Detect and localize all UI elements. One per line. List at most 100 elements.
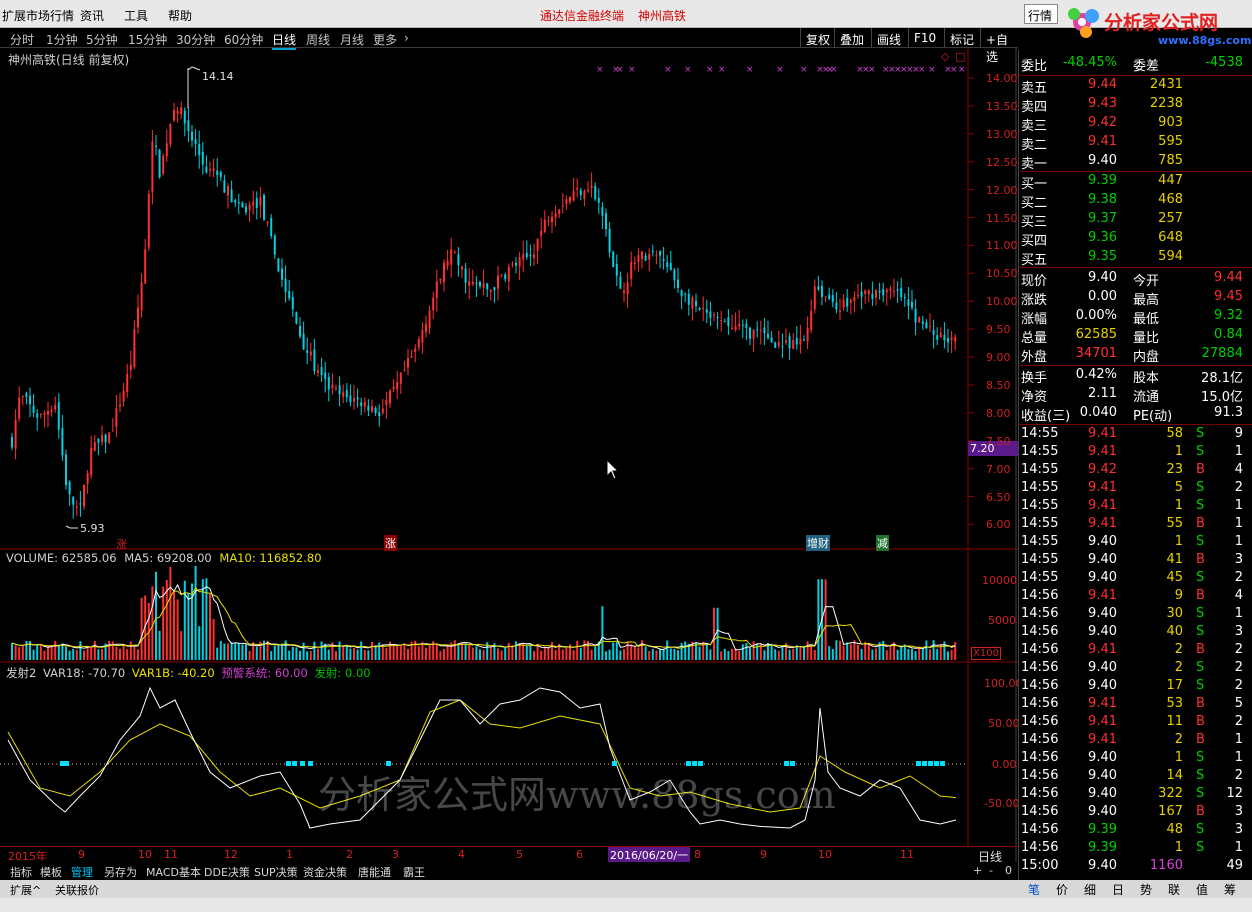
volume-bar: [619, 650, 622, 660]
date-tick: 11: [164, 848, 178, 861]
tab-trend[interactable]: 势: [1140, 881, 1152, 898]
volume-bar: [79, 641, 82, 660]
tab-macd[interactable]: MACD基本: [146, 864, 201, 880]
menu-item-help[interactable]: 帮助: [168, 7, 192, 24]
tab-save-as[interactable]: 另存为: [104, 864, 137, 880]
tab-dde[interactable]: DDE决策: [204, 864, 250, 880]
expand-button[interactable]: 扩展^: [10, 882, 41, 898]
volume-bar: [889, 645, 892, 660]
sell-level-3-cell: 903: [1158, 115, 1183, 130]
tab-indicator[interactable]: 指标: [10, 864, 32, 880]
volume-bar: [907, 649, 910, 660]
tab-tang[interactable]: 唐能通: [358, 864, 391, 880]
toolbar-overlay-button[interactable]: 叠加: [834, 28, 869, 47]
weibi-row-cell: 委比: [1021, 59, 1048, 74]
toolbar-add-watchlist-button[interactable]: +自选: [980, 28, 1018, 64]
tab-bawang[interactable]: 霸王: [403, 864, 425, 880]
period-tab-5min[interactable]: 5分钟: [86, 31, 118, 48]
volume-bar: [882, 640, 885, 660]
candle-body: [349, 395, 352, 403]
volume-bar: [831, 649, 834, 660]
period-tab-weekly[interactable]: 周线: [306, 31, 330, 48]
candlestick-series: [11, 101, 957, 519]
sell-level-2-cell: 卖二: [1021, 138, 1048, 153]
candle-body: [180, 107, 183, 115]
indicator-name[interactable]: 发射2: [6, 666, 36, 680]
candle-body: [655, 254, 658, 256]
volume-bar: [281, 643, 283, 660]
candle-body: [43, 413, 46, 415]
tab-chips[interactable]: 筹: [1224, 881, 1236, 898]
period-tab-30min[interactable]: 30分钟: [176, 31, 215, 48]
signal-markers: × ×× × × × × × × × × ×××× ××× ××××××× × ×× ×: [65, 65, 966, 529]
event-marker-4[interactable]: 减: [876, 535, 889, 551]
volume-bar: [219, 640, 222, 660]
candle-body: [493, 287, 496, 291]
candle-body: [295, 312, 298, 324]
candle-body: [140, 282, 143, 311]
tab-template[interactable]: 模板: [40, 864, 62, 880]
volume-bar: [194, 565, 197, 660]
volume-bar: [378, 642, 381, 660]
trade-tick-row-cell: 14:56: [1021, 678, 1059, 693]
trade-tick-row-cell: 9.41: [1088, 444, 1117, 459]
trade-tick-row-cell: 9.40: [1088, 606, 1117, 621]
tab-detail[interactable]: 细: [1084, 881, 1096, 898]
candle-body: [245, 206, 247, 213]
candle-body: [137, 307, 139, 328]
zoom-out-button[interactable]: -: [989, 864, 993, 877]
period-tab-intraday[interactable]: 分时: [10, 31, 34, 48]
diamond-icon[interactable]: ◇: [941, 50, 949, 63]
chevron-right-icon[interactable]: ›: [404, 31, 409, 45]
trade-tick-row-cell: 5: [1234, 696, 1243, 711]
indicator-header: 发射2 VAR18: -70.70 VAR1B: -40.20 预警系统: 60…: [6, 665, 371, 681]
zoom-in-button[interactable]: +: [973, 864, 982, 877]
trade-tick-row-cell: 1: [1174, 498, 1183, 513]
tab-trades[interactable]: 笔: [1028, 881, 1040, 898]
event-marker-2[interactable]: 涨: [384, 535, 397, 551]
tab-price[interactable]: 价: [1056, 881, 1068, 898]
window-restore-icon[interactable]: □: [955, 50, 965, 63]
tab-manage[interactable]: 管理: [71, 864, 93, 880]
trade-tick-row: 14:56 9.40 40 S 3: [1021, 624, 1252, 643]
volume-bar: [795, 645, 798, 660]
tab-linked[interactable]: 联: [1168, 881, 1180, 898]
price-axis-tick: 6.00: [986, 518, 1011, 532]
kline-chart-area[interactable]: × ×× × × × × × × × × ×××× ××× ××××××× × ×× ×: [0, 48, 1018, 862]
event-marker-3[interactable]: 增财: [806, 535, 830, 551]
bottom-toolbar: 扩展^ 关联报价: [0, 880, 1018, 898]
menu-item-tools[interactable]: 工具: [124, 7, 148, 24]
volume-bar: [950, 649, 953, 660]
period-tab-monthly[interactable]: 月线: [340, 31, 364, 48]
candle-body: [133, 329, 136, 368]
tab-sup[interactable]: SUP决策: [254, 864, 298, 880]
toolbar-f10-button[interactable]: F10: [908, 28, 941, 47]
candle-body: [104, 434, 107, 443]
candle-body: [263, 195, 265, 220]
period-tab-more[interactable]: 更多: [373, 31, 397, 48]
event-marker-1[interactable]: 涨: [116, 536, 127, 552]
trade-tick-row: 14:56 9.40 30 S 1: [1021, 606, 1252, 625]
period-tab-15min[interactable]: 15分钟: [128, 31, 167, 48]
candle-body: [878, 290, 881, 293]
volume-bar: [727, 651, 730, 660]
period-tab-60min[interactable]: 60分钟: [224, 31, 263, 48]
volume-bar: [576, 640, 579, 660]
trade-tick-row-cell: 55: [1166, 516, 1183, 531]
volume-bar: [14, 645, 17, 660]
toolbar-draw-button[interactable]: 画线: [871, 28, 906, 47]
toolbar-mark-button[interactable]: 标记: [944, 28, 979, 47]
volume-tick-5000: 5000: [988, 614, 1016, 627]
toolbar-restore-rights-button[interactable]: 复权: [800, 28, 835, 47]
reset-button[interactable]: 0: [1005, 864, 1012, 877]
tab-value[interactable]: 值: [1196, 881, 1208, 898]
tab-daily[interactable]: 日: [1112, 881, 1124, 898]
related-quote-button[interactable]: 关联报价: [55, 882, 99, 898]
quote-lookup-field[interactable]: 行情: [1024, 4, 1058, 24]
period-tab-1min[interactable]: 1分钟: [46, 31, 78, 48]
tab-fund[interactable]: 资金决策: [303, 864, 347, 880]
menu-item-market[interactable]: 扩展市场行情: [2, 7, 74, 24]
menu-item-news[interactable]: 资讯: [80, 7, 104, 24]
volume-bar: [623, 649, 625, 660]
fund-row-cell: 91.3: [1214, 405, 1243, 420]
